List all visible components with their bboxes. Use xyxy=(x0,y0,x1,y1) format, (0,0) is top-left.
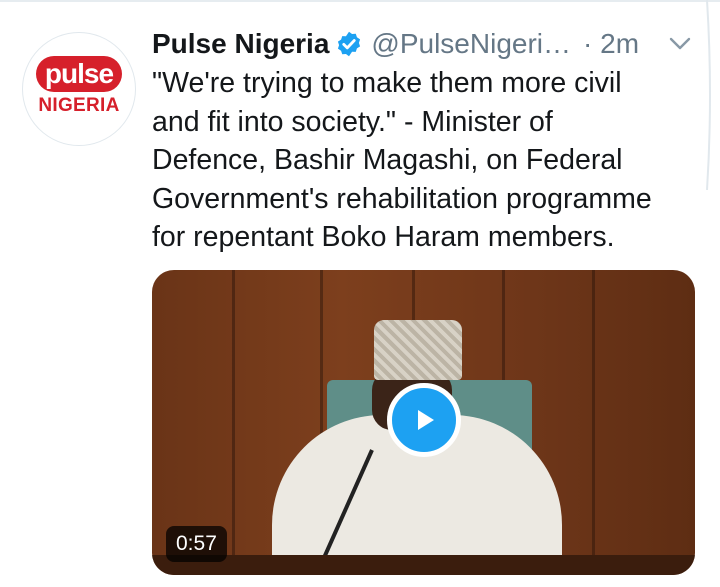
wall-panel xyxy=(592,270,595,575)
top-divider xyxy=(0,0,720,2)
logo-word: pulse xyxy=(36,56,122,92)
desk xyxy=(152,555,695,575)
speaker-cap xyxy=(374,320,462,380)
play-icon xyxy=(418,410,434,430)
tweet-text: "We're trying to make them more civil an… xyxy=(152,67,652,253)
avatar[interactable]: pulse NIGERIA xyxy=(22,32,136,146)
wall-panel xyxy=(232,270,235,575)
chevron-down-icon[interactable] xyxy=(666,32,694,56)
video-duration: 0:57 xyxy=(166,526,227,562)
tweet-header: Pulse Nigeria @PulseNigeri… · 2m xyxy=(152,24,639,64)
logo-subtitle: NIGERIA xyxy=(38,95,120,116)
play-button[interactable] xyxy=(387,383,461,457)
author-handle[interactable]: @PulseNigeri… xyxy=(371,28,571,60)
author-name[interactable]: Pulse Nigeria xyxy=(152,28,329,60)
video-player[interactable]: 0:57 xyxy=(152,270,695,575)
card-edge xyxy=(706,0,711,190)
tweet-timestamp[interactable]: · 2m xyxy=(583,28,639,60)
verified-badge-icon xyxy=(338,31,361,57)
